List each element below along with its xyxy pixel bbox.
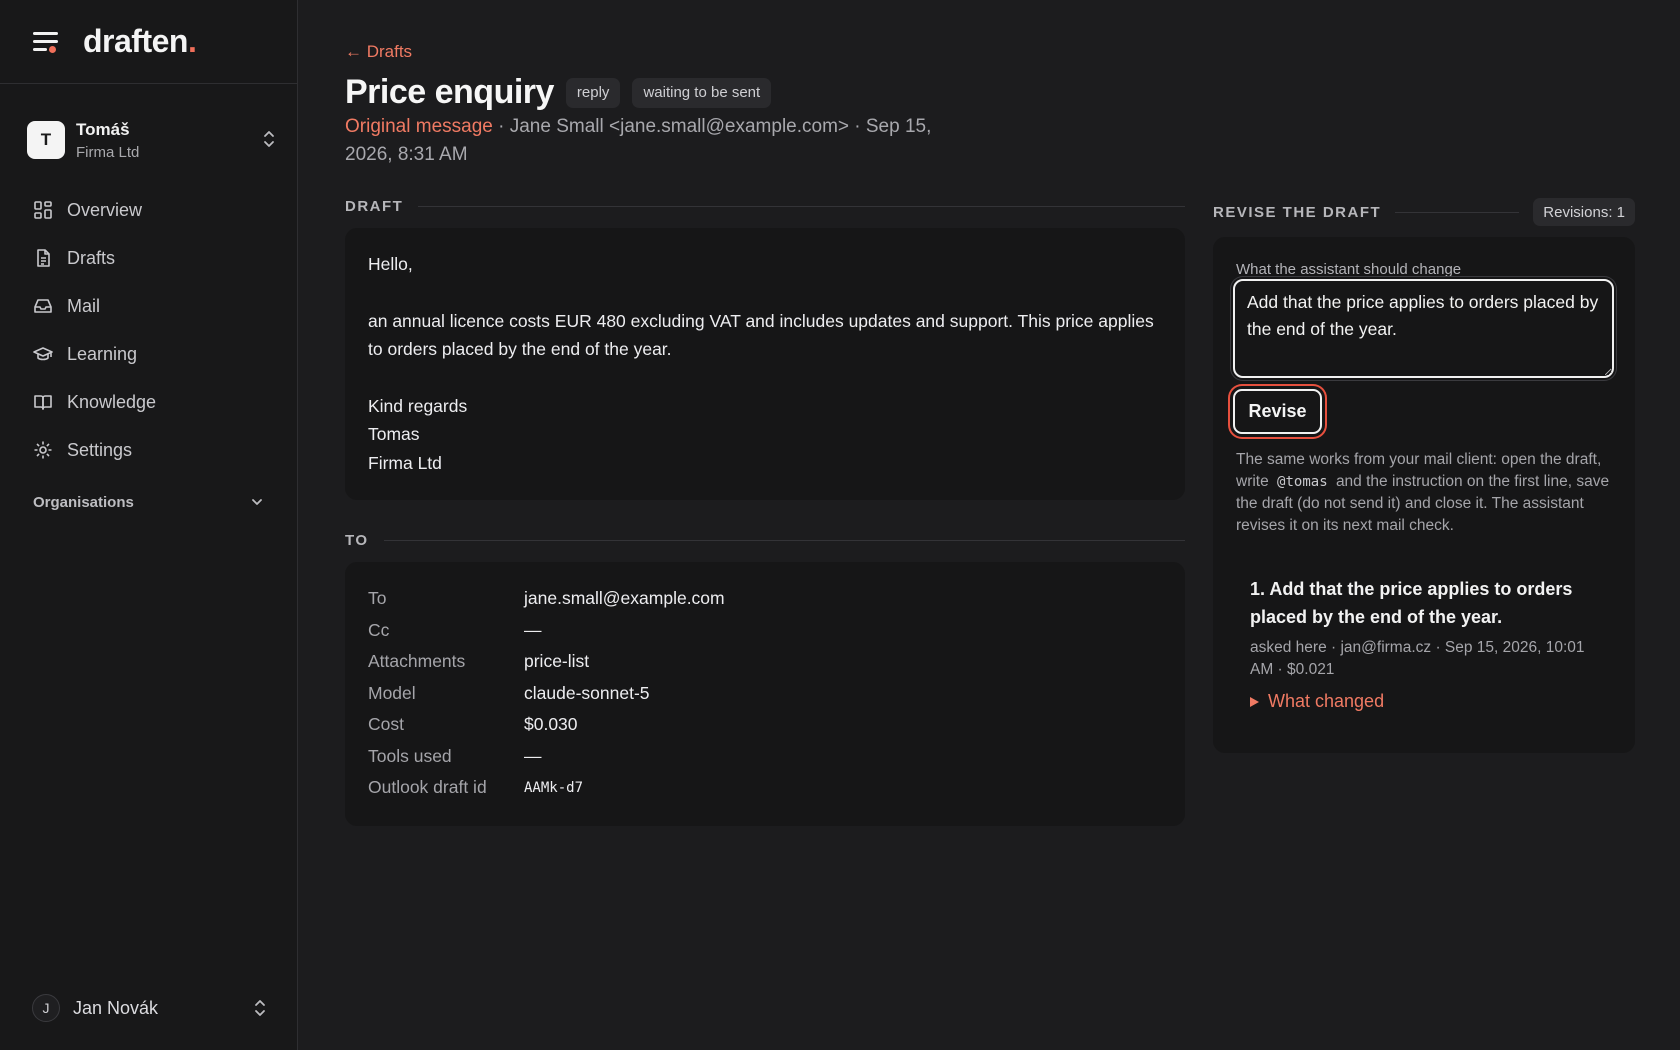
to-section-label: TO [345,532,369,549]
revise-section-label: REVISE THE DRAFT [1213,203,1382,221]
revision-instruction-text: 1. Add that the price applies to orders … [1250,579,1573,627]
nav-item-learning[interactable]: Learning [20,330,278,378]
org-user-name: Tomáš [76,119,130,139]
detail-key: Cc [368,619,390,640]
detail-key: Attachments [368,651,466,672]
disclosure-triangle-icon [1250,696,1259,707]
nav-label: Learning [67,343,138,364]
detail-key: To [368,588,387,609]
account-name: Jan Novák [73,997,159,1018]
detail-key: Model [368,682,416,703]
revision-instruction-label: What the assistant should change [1236,261,1462,278]
org-avatar: T [27,121,65,159]
type-badge: reply [565,77,621,108]
detail-value: — [524,619,542,640]
organisations-label: Organisations [33,493,134,511]
avatar: J [32,994,60,1022]
detail-value: AAMk-d7 [524,779,584,796]
account-menu[interactable]: J Jan Novák [32,994,268,1022]
mail-client-help-text: The same works from your mail client: op… [1236,451,1610,534]
gear-icon [34,441,52,459]
graduation-cap-icon [33,347,53,361]
detail-row-cost: Cost $0.030 [368,709,1162,741]
draft-greeting: Hello, [368,254,413,274]
to-section-header: TO [345,532,1185,549]
draft-section-header: DRAFT [345,198,1185,215]
detail-key: Cost [368,714,404,735]
sidebar: draften. T Tomáš Firma Ltd Overview Draf… [0,0,298,1050]
revise-button[interactable]: Revise [1233,389,1322,434]
chevron-up-down-icon [264,131,274,147]
hamburger-menu-icon[interactable] [33,31,59,53]
what-changed-toggle[interactable]: What changed [1250,691,1610,712]
main-nav: Overview Drafts Mail Learning Knowledge … [20,186,278,522]
detail-value: jane.small@example.com [524,588,725,609]
document-icon [37,249,50,267]
detail-row-outlook-draft-id: Outlook draft id AAMk-d7 [368,772,1162,804]
title-row: Price enquiry reply waiting to be sent [345,73,772,112]
original-message-meta: Original message · Jane Small <jane.smal… [345,113,965,169]
grid-icon [34,201,52,219]
revise-card: What the assistant should change Add tha… [1213,237,1635,753]
revision-history-item: 1. Add that the price applies to orders … [1250,575,1610,712]
chevron-down-icon [252,499,262,505]
chevron-up-down-icon [255,1000,265,1016]
detail-value: price-list [524,651,590,672]
draft-body-card: Hello, an annual licence costs EUR 480 e… [345,228,1185,500]
nav-label: Drafts [67,247,116,268]
nav-item-knowledge[interactable]: Knowledge [20,378,278,426]
revise-section-header: REVISE THE DRAFT Revisions: 1 [1213,198,1635,226]
detail-value: — [524,745,542,766]
draft-sign-company: Firma Ltd [368,452,442,473]
org-company-name: Firma Ltd [76,143,140,161]
draft-body: an annual licence costs EUR 480 excludin… [368,310,1154,360]
nav-label: Overview [67,199,143,220]
revisions-count-badge: Revisions: 1 [1533,198,1635,226]
nav-item-settings[interactable]: Settings [20,426,278,474]
detail-key: Tools used [368,745,452,766]
nav-item-overview[interactable]: Overview [20,186,278,234]
mention-code: @tomas [1277,474,1328,490]
nav-label: Mail [67,295,101,316]
organisation-switcher[interactable]: T Tomáš Firma Ltd [27,116,277,164]
revision-instruction-input[interactable]: Add that the price applies to orders pla… [1233,279,1614,378]
detail-row-model: Model claude-sonnet-5 [368,678,1162,710]
back-to-drafts-link[interactable]: ← Drafts [345,42,412,62]
draft-sign-name: Tomas [368,424,420,444]
detail-value: $0.030 [524,714,578,735]
book-icon [34,395,52,410]
page-title: Price enquiry [345,73,554,111]
nav-item-mail[interactable]: Mail [20,282,278,330]
detail-row-cc: Cc — [368,615,1162,647]
status-badge: waiting to be sent [632,77,772,108]
draft-closing: Kind regards [368,395,468,416]
draft-section-label: DRAFT [345,198,404,215]
detail-row-tools-used: Tools used — [368,741,1162,773]
what-changed-label: What changed [1268,691,1385,711]
detail-key: Outlook draft id [368,777,487,798]
logo[interactable]: draften. [83,23,197,60]
nav-item-drafts[interactable]: Drafts [20,234,278,282]
organisations-toggle[interactable]: Organisations [20,482,278,522]
detail-row-attachments: Attachments price-list [368,646,1162,678]
revision-meta: asked here · jan@firma.cz · Sep 15, 2026… [1250,639,1585,678]
detail-value: claude-sonnet-5 [524,682,650,703]
brand-bar: draften. [0,0,297,84]
inbox-icon [34,299,52,313]
detail-row-to: To jane.small@example.com [368,583,1162,615]
nav-label: Knowledge [67,391,157,412]
recipients-card: To jane.small@example.com Cc — Attachments… [345,562,1185,826]
nav-label: Settings [67,439,133,460]
original-message-link[interactable]: Original message [345,116,493,137]
